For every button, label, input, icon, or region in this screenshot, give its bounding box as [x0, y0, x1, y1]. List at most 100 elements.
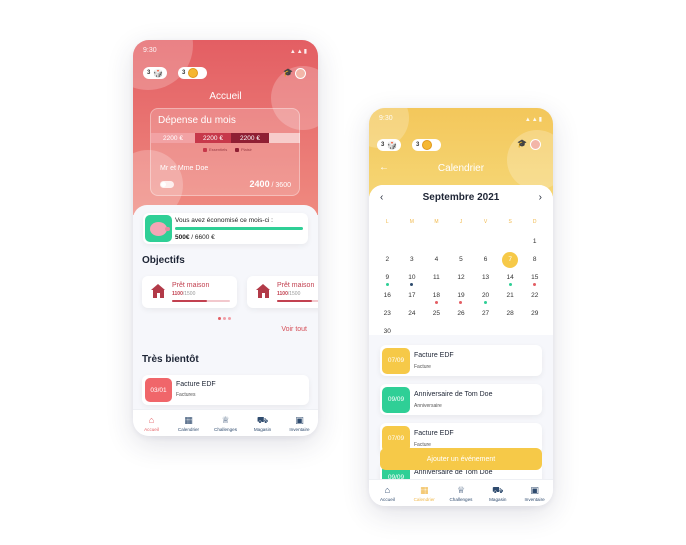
calendar-day[interactable]: 23 [375, 305, 400, 323]
next-month-icon[interactable]: › [539, 192, 542, 203]
dice-chip[interactable]: 3 🎲 [377, 139, 401, 151]
calendar-empty-cell [473, 233, 498, 251]
tab-magasin[interactable]: ⛟ Magasin [479, 480, 516, 506]
calendar-day[interactable]: 18 [424, 287, 449, 305]
coin-icon [422, 140, 433, 150]
stage: 9:30 ▲▲▮ 3 🎲 3 🎓 Accueil Dépense du mois… [0, 0, 686, 545]
day-number: 17 [408, 292, 416, 299]
legend-essentials: Essentiels [203, 147, 227, 152]
calendar-day[interactable]: 10 [400, 269, 425, 287]
day-number: 19 [457, 292, 465, 299]
calendar-day[interactable]: 17 [400, 287, 425, 305]
carousel-dots[interactable] [218, 317, 231, 320]
tab-magasin[interactable]: ⛟ Magasin [244, 410, 281, 436]
day-number: 18 [432, 292, 441, 299]
tab-accueil[interactable]: ⌂ Accueil [133, 410, 170, 436]
day-number: 30 [383, 328, 391, 335]
day-number: 29 [531, 310, 539, 317]
calendar-day[interactable]: 13 [473, 269, 498, 287]
calendar-empty-cell [498, 233, 523, 251]
event-title: Facture EDF [414, 430, 454, 437]
signal-icon: ▲▲▮ [524, 117, 543, 123]
home-icon: ⌂ [384, 484, 391, 495]
event-item[interactable]: 07/09 Facture EDF Facture [380, 345, 542, 376]
calendar-day[interactable]: 30 [375, 323, 400, 341]
savings-progress [175, 227, 303, 230]
spending-amount: 2400 / 3600 [249, 179, 291, 189]
calendar-day[interactable]: 12 [449, 269, 474, 287]
calendar-day[interactable]: 11 [424, 269, 449, 287]
tab-calendrier[interactable]: ▦ Calendrier [406, 480, 443, 506]
day-number: 3 [410, 256, 414, 263]
day-number: 15 [531, 274, 539, 281]
see-all-link[interactable]: Voir tout [281, 326, 307, 333]
goal-card[interactable]: Prêt maison 1100/1500 [142, 276, 237, 308]
event-dot [533, 283, 537, 286]
goal-progress-bar [277, 300, 318, 302]
calendar-day[interactable]: 4 [424, 251, 449, 269]
calendar-day[interactable]: 5 [449, 251, 474, 269]
day-number: 5 [459, 256, 463, 263]
calendar-day[interactable]: 9 [375, 269, 400, 287]
goal-progress-bar [172, 300, 230, 302]
calendar-day[interactable]: 14 [498, 269, 523, 287]
day-number: 1 [532, 238, 537, 245]
dice-count: 3 [147, 70, 151, 76]
tab-calendrier[interactable]: ▦ Calendrier [170, 410, 207, 436]
calendar-day[interactable]: 20 [473, 287, 498, 305]
weekday-label: M [409, 219, 414, 225]
add-event-button[interactable]: Ajouter un événement [380, 448, 542, 470]
event-dot [508, 283, 512, 286]
calendar-day[interactable]: 6 [473, 251, 498, 269]
calendar-day[interactable]: 19 [449, 287, 474, 305]
calendar-day[interactable]: 28 [498, 305, 523, 323]
goal-name: Prêt maison [172, 282, 210, 289]
weekday-label: M [434, 219, 439, 225]
calendar-grid: 1 2 3 4 5 6 7 8 9 10 11 12 13 14 15 16 17 18 19 20 21 22 23 24 2… [375, 233, 547, 341]
calendar-day[interactable]: 27 [473, 305, 498, 323]
day-number: 8 [532, 256, 537, 263]
goal-card[interactable]: Prêt maison 1100/1500 [247, 276, 318, 308]
calendar-day[interactable]: 8 [522, 251, 547, 269]
coin-chip[interactable]: 3 [178, 67, 207, 79]
tab-accueil[interactable]: ⌂ Accueil [369, 480, 406, 506]
coin-chip[interactable]: 3 [412, 139, 441, 151]
calendar-day[interactable]: 16 [375, 287, 400, 305]
tab-challenges[interactable]: ♕ Challenges [443, 480, 480, 506]
calendar-day[interactable]: 24 [400, 305, 425, 323]
calendar-day[interactable]: 22 [522, 287, 547, 305]
avatar[interactable] [295, 68, 306, 79]
event-item[interactable]: 09/09 Anniversaire de Tom Doe Anniversai… [380, 384, 542, 415]
dice-chip[interactable]: 3 🎲 [143, 67, 167, 79]
trophy-icon: ♕ [456, 484, 466, 495]
calendar-day[interactable]: 15 [522, 269, 547, 287]
day-number: 21 [506, 292, 514, 299]
tab-inventaire[interactable]: ▣ Inventaire [516, 480, 553, 506]
upcoming-event[interactable]: 03/01 Facture EDF Factures [142, 375, 309, 405]
monthly-spending-card[interactable]: Dépense du mois 2200 € 2200 € 2200 € Ess… [150, 108, 300, 196]
calendar-day[interactable]: 3 [400, 251, 425, 269]
calendar-day[interactable]: 1 [522, 233, 547, 251]
tab-challenges[interactable]: ♕ Challenges [207, 410, 244, 436]
calendar-day[interactable]: 25 [424, 305, 449, 323]
calendar-day[interactable]: 7 [498, 251, 523, 269]
calendar-icon: ▦ [184, 414, 193, 425]
cart-icon: ⛟ [492, 484, 504, 495]
calendar-day[interactable]: 21 [498, 287, 523, 305]
house-icon [256, 284, 270, 298]
prev-month-icon[interactable]: ‹ [380, 192, 383, 203]
piggy-icon [145, 215, 172, 242]
trophy-icon: ♕ [221, 414, 230, 425]
tab-bar: ⌂ Accueil ▦ Calendrier ♕ Challenges ⛟ Magasi… [133, 409, 318, 436]
calendar-day[interactable]: 26 [449, 305, 474, 323]
household-toggle[interactable] [160, 181, 174, 188]
savings-text: Vous avez économisé ce mois-ci : [175, 217, 273, 224]
tab-inventaire[interactable]: ▣ Inventaire [281, 410, 318, 436]
avatar[interactable] [530, 139, 541, 150]
objectives-title: Objectifs [142, 255, 185, 266]
calendar-day[interactable]: 29 [522, 305, 547, 323]
calendar-day[interactable]: 2 [375, 251, 400, 269]
status-time: 9:30 [143, 47, 157, 54]
savings-card[interactable]: Vous avez économisé ce mois-ci : 500€ / … [143, 213, 308, 244]
day-number: 28 [506, 310, 514, 317]
